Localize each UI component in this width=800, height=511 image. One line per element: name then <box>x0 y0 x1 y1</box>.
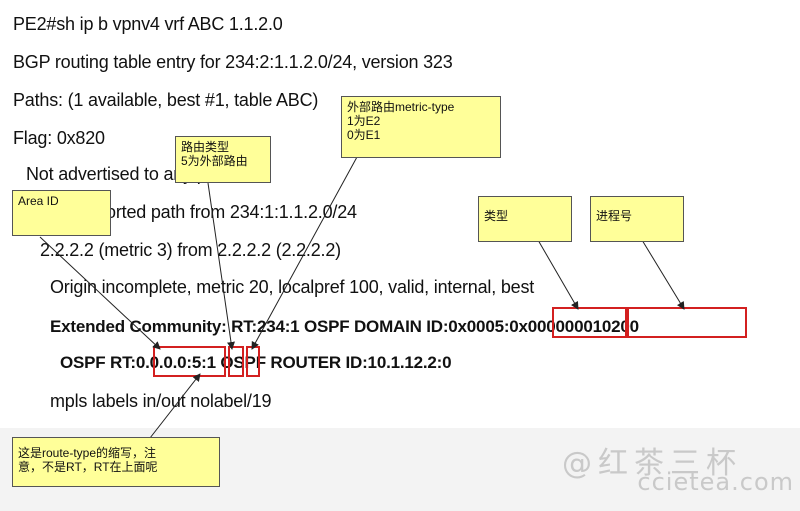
rt-note-callout: 这是route-type的缩写，注 意，不是RT，RT在上面呢 <box>12 437 220 487</box>
area-id-callout: Area ID <box>12 190 111 236</box>
type-callout: 类型 <box>478 196 572 242</box>
watermark-domain: ccietea.com <box>637 468 794 496</box>
process-id-callout: 进程号 <box>590 196 684 242</box>
metric-type-callout: 外部路由metric-type 1为E2 0为E1 <box>341 96 501 158</box>
annotation-arrows <box>39 156 685 439</box>
route-type-callout: 路由类型 5为外部路由 <box>175 136 271 183</box>
